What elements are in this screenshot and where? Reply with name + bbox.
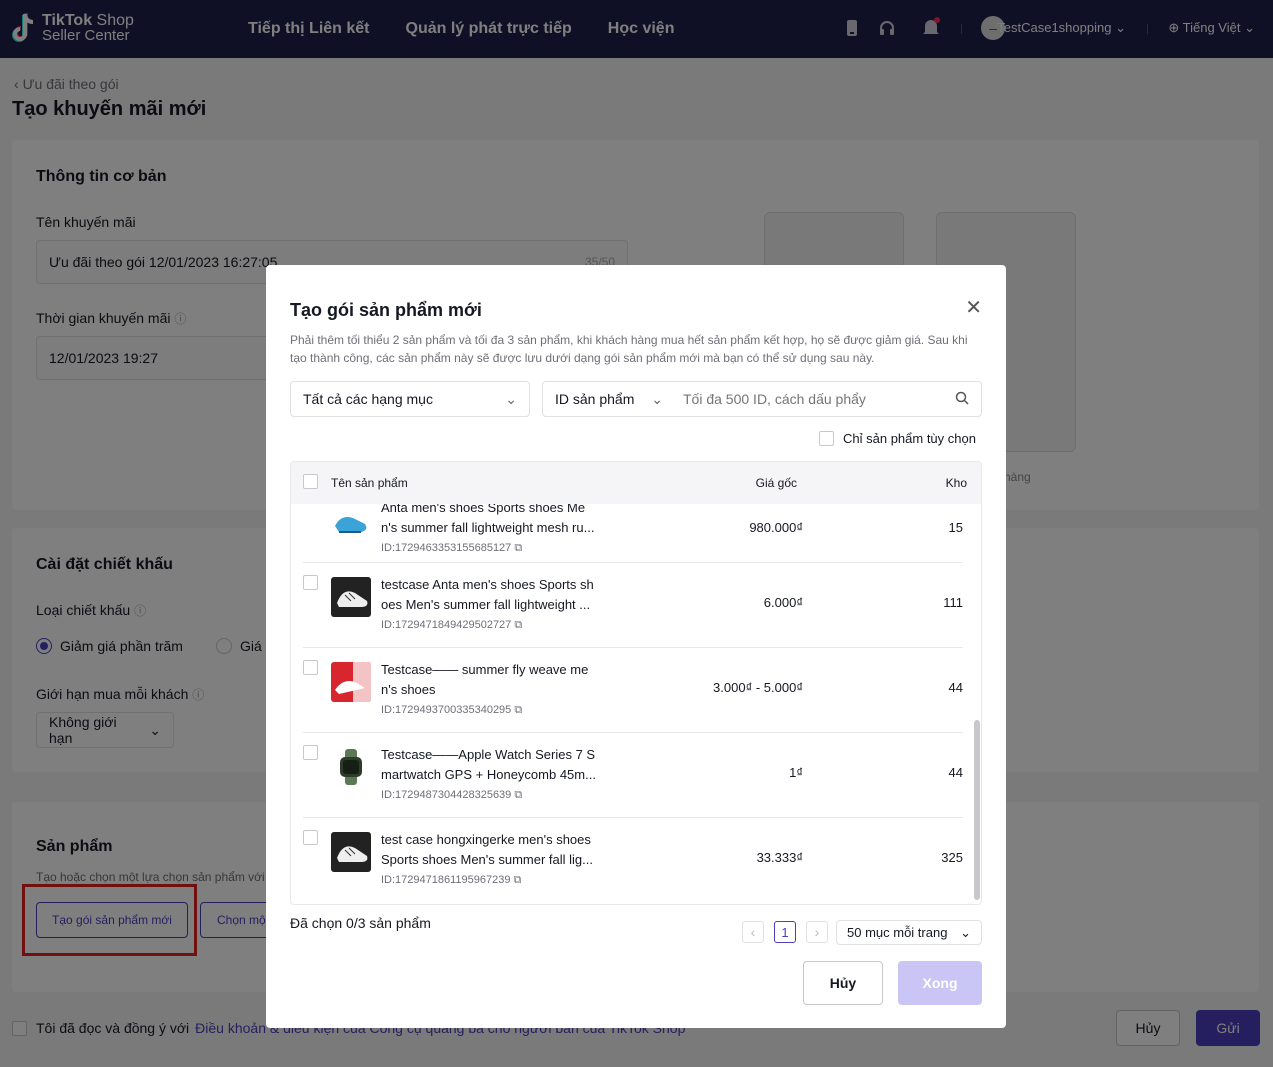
product-thumbnail — [331, 832, 371, 872]
product-stock: 325 — [941, 850, 963, 865]
copy-icon[interactable]: ⧉ — [514, 704, 522, 716]
done-button[interactable]: Xong — [898, 961, 982, 1005]
product-id: ID:1729463353155685127 ⧉ — [381, 542, 522, 555]
product-price: 6.000₫ — [763, 595, 803, 610]
product-name: Sports shoes Men's summer fall lig... — [381, 852, 593, 867]
product-thumbnail — [331, 504, 371, 542]
category-select[interactable]: Tất cả các hạng mục ⌄ — [290, 381, 530, 417]
copy-icon[interactable]: ⧉ — [514, 619, 522, 631]
product-thumbnail — [331, 747, 371, 787]
product-id-text: ID:1729487304428325639 — [381, 789, 512, 801]
prev-page-button[interactable]: ‹ — [742, 921, 764, 943]
product-price: 33.333₫ — [756, 850, 803, 865]
page-number-button[interactable]: 1 — [774, 921, 796, 943]
product-stock: 44 — [948, 765, 963, 780]
custom-only-checkbox[interactable] — [819, 431, 834, 446]
col-name: Tên sản phẩm — [331, 476, 408, 490]
table-body: Anta men's shoes Sports shoes Me n's sum… — [291, 504, 981, 904]
close-icon[interactable]: ✕ — [965, 295, 982, 320]
product-id: ID:1729471849429502727 ⧉ — [381, 619, 522, 632]
col-stock: Kho — [945, 476, 967, 490]
product-name: Anta men's shoes Sports shoes Me — [381, 504, 586, 515]
product-price: 980.000₫ — [749, 520, 803, 535]
product-id: ID:1729471861195967239 ⧉ — [381, 874, 521, 887]
chevron-down-icon: ⌄ — [651, 390, 663, 407]
table-row[interactable]: test case hongxingerke men's shoes Sport… — [303, 818, 963, 904]
id-type-value: ID sản phẩm — [555, 391, 635, 407]
product-name: n's shoes — [381, 682, 436, 697]
col-price: Giá gốc — [755, 476, 797, 490]
product-stock: 111 — [943, 595, 963, 610]
product-stock: 15 — [948, 520, 963, 535]
search-group: ID sản phẩm ⌄ — [542, 381, 982, 417]
product-name: testcase Anta men's shoes Sports sh — [381, 577, 594, 592]
product-id-text: ID:1729471849429502727 — [381, 619, 512, 631]
chevron-down-icon: ⌄ — [960, 924, 971, 940]
search-input[interactable] — [671, 391, 931, 407]
per-page-select[interactable]: 50 mục mỗi trang ⌄ — [836, 920, 982, 945]
modal-desc: Phải thêm tối thiểu 2 sản phẩm và tối đa… — [290, 333, 968, 365]
product-thumbnail — [331, 577, 371, 617]
copy-icon[interactable]: ⧉ — [514, 874, 522, 886]
id-type-select[interactable]: ID sản phẩm ⌄ — [543, 391, 671, 408]
next-page-button[interactable]: › — [806, 921, 828, 943]
chevron-down-icon: ⌄ — [505, 390, 517, 407]
row-checkbox[interactable] — [303, 745, 318, 760]
product-price: 1₫ — [789, 765, 803, 780]
product-name: n's summer fall lightweight mesh ru... — [381, 520, 595, 535]
table-header: Tên sản phẩm Giá gốc Kho — [291, 462, 981, 504]
copy-icon[interactable]: ⧉ — [514, 542, 522, 554]
table-row[interactable]: Testcase——Apple Watch Series 7 S martwat… — [303, 733, 963, 818]
search-icon[interactable] — [955, 391, 969, 408]
product-name: oes Men's summer fall lightweight ... — [381, 597, 591, 612]
product-id-text: ID:1729463353155685127 — [381, 542, 512, 554]
create-bundle-modal: Tạo gói sản phẩm mới ✕ Phải thêm tối thi… — [266, 265, 1006, 1028]
modal-cancel-button[interactable]: Hủy — [803, 961, 883, 1005]
product-name: martwatch GPS + Honeycomb 45m... — [381, 767, 596, 782]
product-price: 3.000₫ - 5.000₫ — [713, 680, 803, 695]
per-page-value: 50 mục mỗi trang — [847, 925, 948, 940]
custom-only-label: Chỉ sản phẩm tùy chọn — [843, 431, 976, 446]
table-row[interactable]: testcase Anta men's shoes Sports sh oes … — [303, 563, 963, 648]
product-name: Testcase——Apple Watch Series 7 S — [381, 747, 596, 762]
product-id-text: ID:1729471861195967239 — [381, 874, 511, 886]
product-thumbnail — [331, 662, 371, 702]
row-checkbox[interactable] — [303, 575, 318, 590]
product-name: test case hongxingerke men's shoes — [381, 832, 591, 847]
product-stock: 44 — [948, 680, 963, 695]
scrollbar[interactable] — [974, 720, 980, 900]
modal-title: Tạo gói sản phẩm mới — [290, 300, 482, 320]
category-value: Tất cả các hạng mục — [303, 391, 433, 407]
row-checkbox[interactable] — [303, 660, 318, 675]
copy-icon[interactable]: ⧉ — [514, 789, 522, 801]
row-checkbox[interactable] — [303, 830, 318, 845]
custom-only-row: Chỉ sản phẩm tùy chọn — [819, 431, 976, 446]
product-id-text: ID:1729493700335340295 — [381, 704, 512, 716]
table-row[interactable]: Anta men's shoes Sports shoes Me n's sum… — [303, 504, 963, 563]
select-all-checkbox[interactable] — [303, 474, 318, 489]
product-id: ID:1729493700335340295 ⧉ — [381, 704, 522, 717]
product-id: ID:1729487304428325639 ⧉ — [381, 789, 522, 802]
selected-count: Đã chọn 0/3 sản phẩm — [290, 915, 431, 931]
table-row[interactable]: Testcase—— summer fly weave me n's shoes… — [303, 648, 963, 733]
product-table: Tên sản phẩm Giá gốc Kho Anta men's shoe… — [290, 461, 982, 905]
product-name: Testcase—— summer fly weave me — [381, 662, 589, 677]
